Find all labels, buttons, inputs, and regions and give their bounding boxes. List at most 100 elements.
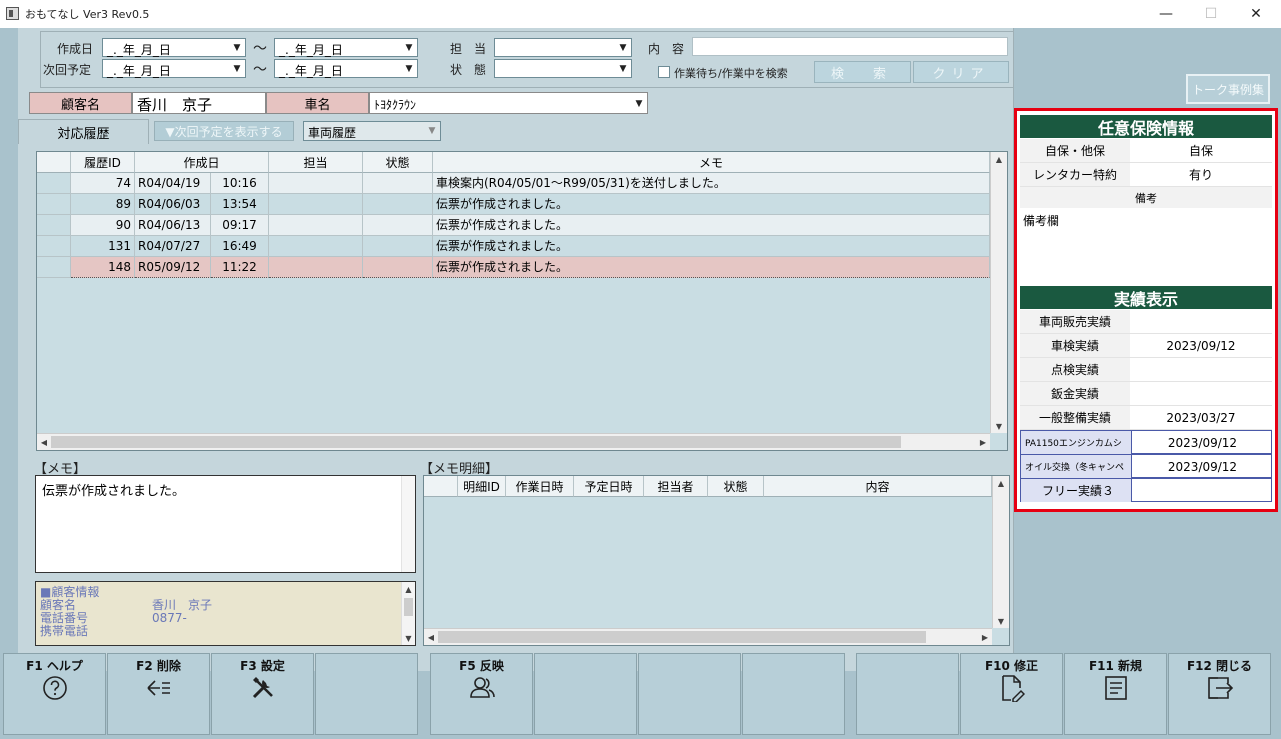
table-row[interactable]: 90 R04/06/13 09:17 伝票が作成されました。 (37, 215, 990, 236)
table-row[interactable]: 74 R04/04/19 10:16 車検案内(R04/05/01〜R99/05/31… (37, 173, 990, 194)
scroll-right-icon[interactable]: ▶ (978, 629, 992, 645)
customer-name-field[interactable]: 香川 京子 (132, 92, 266, 114)
created-to-date[interactable]: _._年_月_日 ▼ (274, 38, 418, 57)
free-result-value[interactable]: 2023/09/12 (1131, 431, 1273, 454)
chevron-down-icon[interactable]: ▼ (230, 61, 244, 76)
scroll-thumb[interactable] (404, 598, 413, 616)
table-row[interactable]: 89 R04/06/03 13:54 伝票が作成されました。 (37, 194, 990, 215)
result-value[interactable]: 2023/09/12 (1130, 334, 1272, 357)
status-select[interactable]: ▼ (494, 59, 632, 78)
search-button[interactable]: 検 索 (814, 61, 911, 83)
talk-example-button[interactable]: トーク事例集 (1186, 74, 1270, 104)
chevron-down-icon[interactable]: ▼ (425, 123, 439, 138)
col-detail-status[interactable]: 状態 (708, 476, 764, 497)
free-result-row: オイル交換（冬キャンペ 2023/09/12 (1020, 454, 1272, 478)
vehicle-history-select[interactable]: 車両履歴 ▼ (303, 121, 441, 141)
customer-info-vscroll[interactable]: ▲ ▼ (401, 582, 415, 645)
waiting-checkbox[interactable] (658, 66, 670, 78)
fkey-2-button[interactable]: F2 削除 (107, 653, 210, 735)
result-label: 車検実績 (1020, 334, 1130, 357)
content-input[interactable] (692, 37, 1008, 56)
history-vscroll[interactable]: ▲ ▼ (990, 152, 1007, 433)
cell-id: 131 (71, 236, 135, 257)
cell-staff (269, 236, 363, 257)
col-detail-id[interactable]: 明細ID (458, 476, 506, 497)
scroll-thumb[interactable] (51, 436, 901, 448)
memo-textarea[interactable]: 伝票が作成されました。 (35, 475, 416, 573)
scroll-down-icon[interactable]: ▼ (993, 614, 1009, 628)
chevron-down-icon[interactable]: ▼ (616, 61, 630, 76)
next-to-date[interactable]: _._年_月_日 ▼ (274, 59, 418, 78)
maximize-button[interactable]: ☐ (1188, 0, 1234, 28)
scroll-thumb[interactable] (438, 631, 926, 643)
memo-detail-hscroll[interactable]: ◀ ▶ (424, 628, 992, 645)
show-next-schedule-button[interactable]: ▼次回予定を表示する (154, 121, 294, 141)
free-result-value[interactable] (1131, 479, 1273, 502)
exit-icon (1169, 674, 1270, 702)
scroll-up-icon[interactable]: ▲ (993, 476, 1009, 490)
tab-history[interactable]: 対応履歴 (18, 119, 149, 144)
col-history-id[interactable]: 履歴ID (71, 152, 135, 173)
col-planned-datetime[interactable]: 予定日時 (574, 476, 644, 497)
result-value[interactable] (1130, 310, 1272, 333)
cell-date: R04/07/27 (135, 236, 211, 257)
staff-select[interactable]: ▼ (494, 38, 632, 57)
result-value[interactable] (1130, 382, 1272, 405)
created-from-date[interactable]: _._年_月_日 ▼ (102, 38, 246, 57)
range-tilde: 〜 (253, 41, 267, 57)
car-name-select[interactable]: ﾄﾖﾀｸﾗｳﾝ ▼ (369, 92, 648, 114)
chevron-down-icon[interactable]: ▼ (230, 40, 244, 55)
cell-memo: 伝票が作成されました。 (433, 257, 990, 278)
col-memo[interactable]: メモ (433, 152, 990, 173)
next-from-date[interactable]: _._年_月_日 ▼ (102, 59, 246, 78)
fkey-label: F12 閉じる (1186, 659, 1253, 673)
waiting-checkbox-label: 作業待ち/作業中を検索 (674, 67, 788, 80)
chevron-down-icon[interactable]: ▼ (402, 40, 416, 55)
scroll-left-icon[interactable]: ◀ (37, 434, 51, 450)
history-hscroll[interactable]: ◀ ▶ (37, 433, 990, 450)
col-assignee[interactable]: 担当者 (644, 476, 708, 497)
fkey-12-button[interactable]: F12 閉じる (1168, 653, 1271, 735)
fkey-10-button[interactable]: F10 修正 (960, 653, 1063, 735)
scroll-down-icon[interactable]: ▼ (991, 419, 1007, 433)
scroll-up-icon[interactable]: ▲ (402, 584, 415, 594)
clear-button[interactable]: クリア (913, 61, 1009, 83)
next-date-label: 次回予定 (43, 63, 92, 77)
edit-document-icon (961, 674, 1062, 702)
remarks-field[interactable]: 備考欄 (1020, 208, 1272, 284)
staff-label: 担 当 (450, 42, 487, 56)
scroll-down-icon[interactable]: ▼ (402, 633, 415, 643)
scroll-right-icon[interactable]: ▶ (976, 434, 990, 450)
result-value[interactable]: 2023/03/27 (1130, 406, 1272, 429)
fkey-5-button[interactable]: F5 反映 (430, 653, 533, 735)
col-staff[interactable]: 担当 (269, 152, 363, 173)
memo-detail-vscroll[interactable]: ▲ ▼ (992, 476, 1009, 628)
fkey-3-button[interactable]: F3 設定 (211, 653, 314, 735)
fkey-11-button[interactable]: F11 新規 (1064, 653, 1167, 735)
cell-date: R04/04/19 (135, 173, 211, 194)
chevron-down-icon[interactable]: ▼ (616, 40, 630, 55)
scroll-up-icon[interactable]: ▲ (991, 152, 1007, 166)
row-header (37, 194, 71, 215)
window-title: おもてなし Ver3 Rev0.5 (25, 8, 150, 21)
customer-info-phone: 0877- (152, 611, 187, 625)
fkey-1-button[interactable]: F1 ヘルプ (3, 653, 106, 735)
chevron-down-icon[interactable]: ▼ (402, 61, 416, 76)
cell-status (363, 173, 433, 194)
chevron-down-icon[interactable]: ▼ (632, 96, 646, 111)
minimize-button[interactable]: — (1143, 0, 1189, 28)
table-row[interactable]: 131 R04/07/27 16:49 伝票が作成されました。 (37, 236, 990, 257)
customer-name-label: 顧客名 (29, 92, 132, 114)
scroll-left-icon[interactable]: ◀ (424, 629, 438, 645)
col-created-date[interactable]: 作成日 (135, 152, 269, 173)
table-row[interactable]: 148 R05/09/12 11:22 伝票が作成されました。 (37, 257, 990, 278)
customer-info-mobile-label: 携帯電話 (40, 624, 89, 638)
col-status[interactable]: 状態 (363, 152, 433, 173)
close-button[interactable]: ✕ (1233, 0, 1279, 28)
memo-vscroll[interactable] (401, 476, 415, 572)
free-result-value[interactable]: 2023/09/12 (1131, 455, 1273, 478)
col-detail-content[interactable]: 内容 (764, 476, 992, 497)
result-value[interactable] (1130, 358, 1272, 381)
result-row: 車両販売実績 (1020, 310, 1272, 334)
col-work-datetime[interactable]: 作業日時 (506, 476, 574, 497)
